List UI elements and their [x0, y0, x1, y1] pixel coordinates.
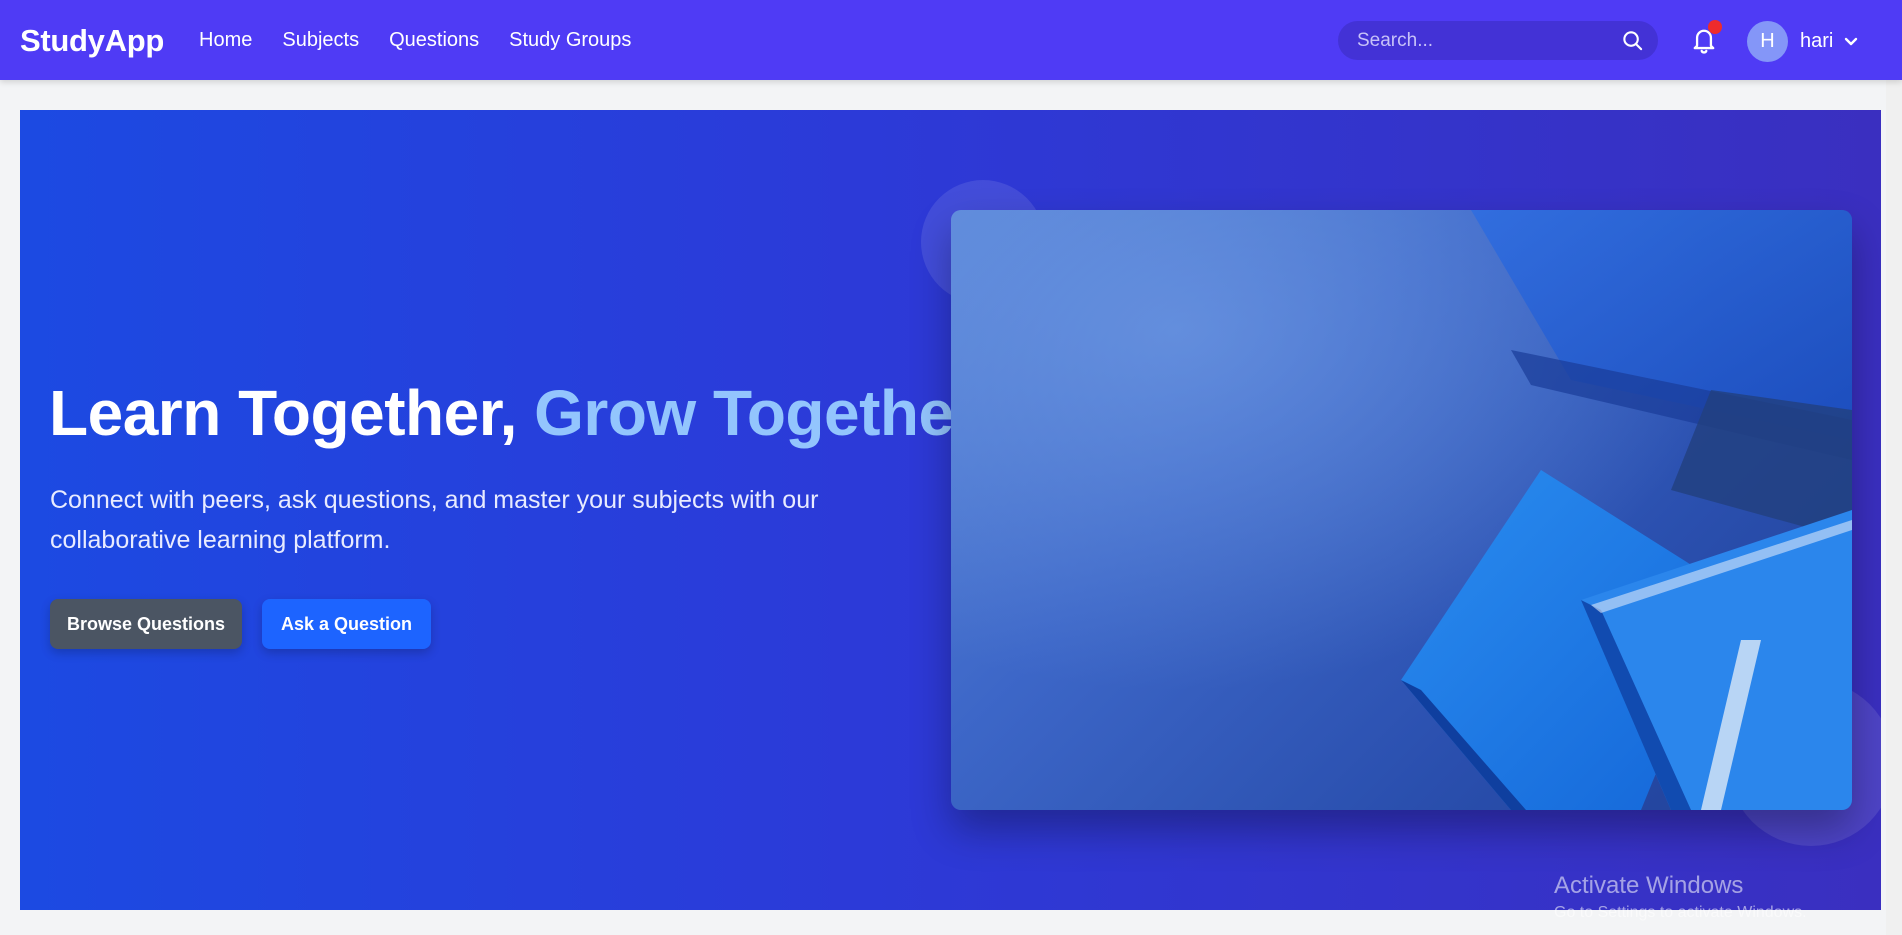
search-box	[1338, 21, 1658, 60]
hero-section: Learn Together, Grow Together Connect wi…	[20, 110, 1881, 910]
search-icon[interactable]	[1621, 29, 1644, 52]
nav-link-subjects[interactable]: Subjects	[282, 29, 359, 52]
ask-question-button[interactable]: Ask a Question	[262, 599, 431, 649]
browse-questions-button[interactable]: Browse Questions	[50, 599, 242, 649]
nav-links: Home Subjects Questions Study Groups	[199, 29, 631, 52]
brand-logo[interactable]: StudyApp	[20, 23, 164, 59]
notification-badge	[1708, 20, 1722, 34]
hero-title-accent: Grow Together	[534, 377, 978, 449]
watermark-subtitle: Go to Settings to activate Windows.	[1554, 904, 1807, 921]
user-menu[interactable]: H hari	[1747, 20, 1859, 62]
windows-activation-watermark: Activate Windows Go to Settings to activ…	[1554, 872, 1807, 922]
nav-link-home[interactable]: Home	[199, 29, 252, 52]
search-input[interactable]	[1357, 21, 1607, 60]
books-illustration	[951, 210, 1852, 810]
navbar: StudyApp Home Subjects Questions Study G…	[0, 0, 1902, 80]
nav-link-study-groups[interactable]: Study Groups	[509, 29, 631, 52]
nav-link-questions[interactable]: Questions	[389, 29, 479, 52]
watermark-title: Activate Windows	[1554, 872, 1744, 899]
hero-title-main: Learn Together,	[49, 377, 517, 449]
hero-image	[951, 210, 1852, 810]
avatar: H	[1747, 20, 1788, 62]
username: hari	[1800, 29, 1834, 52]
hero-title: Learn Together, Grow Together	[49, 376, 978, 450]
scrollbar[interactable]	[1886, 80, 1902, 935]
chevron-down-icon[interactable]	[1843, 33, 1859, 49]
hero-subtitle: Connect with peers, ask questions, and m…	[50, 486, 819, 554]
